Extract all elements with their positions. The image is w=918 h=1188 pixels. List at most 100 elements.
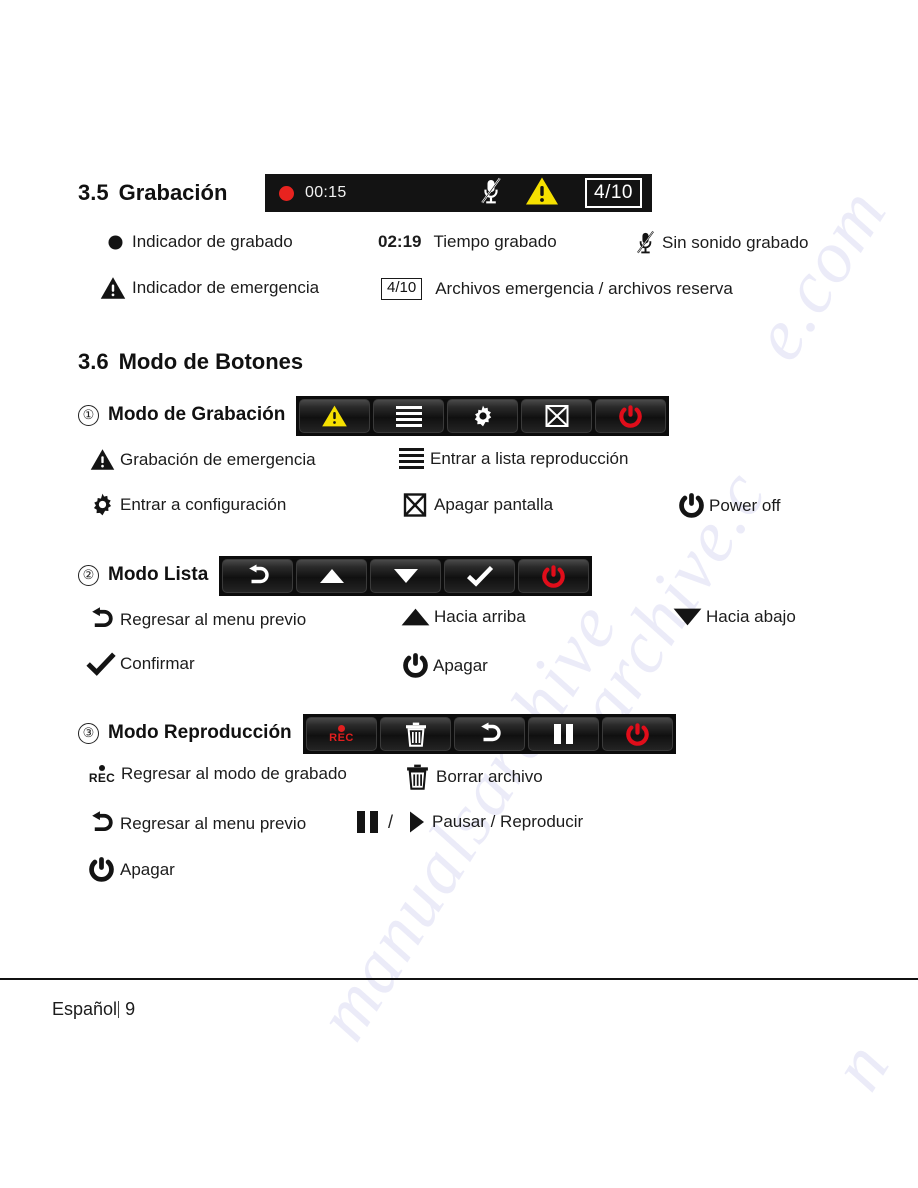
legend-label: Sin sonido grabado (662, 232, 809, 252)
watermark-fragment: e.com (735, 173, 904, 374)
button-emergency-record[interactable] (299, 399, 370, 433)
legend-label: Tiempo grabado (433, 232, 557, 251)
legend-delete-file: Borrar archivo (398, 764, 543, 790)
button-playlist[interactable] (373, 399, 444, 433)
legend-label: Apagar pantalla (434, 495, 554, 514)
trash-icon (405, 722, 426, 747)
warning-triangle-icon (525, 176, 559, 211)
button-back[interactable] (222, 559, 293, 593)
rec-icon: REC (83, 764, 121, 785)
mode-label-recording: ① Modo de Grabación (78, 404, 285, 426)
legend-label: Regresar al menu previo (120, 609, 307, 629)
button-bar-list-mode (219, 556, 592, 596)
list-lines-icon (395, 405, 422, 427)
rec-label: REC (329, 731, 354, 744)
legend-time-value: 02:19 (378, 232, 422, 251)
button-settings[interactable] (447, 399, 518, 433)
legend-label: Regresar al menu previo (120, 813, 307, 833)
legend-enter-playlist: Entrar a lista reproducción (392, 448, 628, 469)
watermark-fragment: n (815, 1027, 907, 1104)
legend-enter-settings: Entrar a configuración (84, 492, 286, 517)
warning-triangle-icon (322, 405, 347, 427)
rec-label: REC (88, 770, 116, 785)
record-dot-icon (98, 235, 132, 250)
legend-label: Apagar (120, 859, 175, 879)
button-up[interactable] (296, 559, 367, 593)
separator: / (388, 811, 394, 832)
check-icon (82, 652, 120, 676)
file-count-badge: 4/10 (585, 178, 642, 208)
section-heading-buttons: 3.6 Modo de Botones (78, 349, 303, 375)
legend-no-sound: Sin sonido grabado (628, 230, 809, 255)
button-power-off[interactable] (518, 559, 589, 593)
legend-confirm: Confirmar (82, 652, 195, 676)
button-pause[interactable] (528, 717, 599, 751)
mode-index: ② (78, 564, 99, 586)
section-title: Modo de Botones (118, 349, 304, 374)
section-number: 3.6 (78, 349, 109, 374)
return-arrow-icon (248, 564, 269, 584)
legend-screen-off: Apagar pantalla (396, 492, 553, 518)
legend-pause-play: / Pausar / Reproducir (357, 810, 583, 834)
mode-name: Modo Reproducción (108, 722, 292, 743)
legend-power-off-playback: Apagar (82, 856, 175, 883)
mode-label-list: ② Modo Lista (78, 564, 208, 586)
button-delete-file[interactable] (380, 717, 451, 751)
gear-icon (474, 405, 491, 427)
return-arrow-icon (82, 811, 120, 836)
mode-index: ③ (78, 722, 99, 744)
button-down[interactable] (370, 559, 441, 593)
record-dot-icon (338, 724, 345, 732)
button-bar-recording-mode (296, 396, 669, 436)
button-screen-off[interactable] (521, 399, 592, 433)
power-icon (397, 652, 433, 679)
warning-triangle-icon (84, 448, 120, 471)
section-title: Grabación (118, 180, 228, 205)
footer-separator (118, 1001, 120, 1018)
footer: Español 9 (52, 999, 135, 1020)
mode-index: ① (78, 404, 99, 426)
mode-label-playback: ③ Modo Reproducción (78, 722, 292, 744)
power-icon (673, 492, 709, 519)
screen-off-icon (545, 405, 568, 427)
button-bar-playback-mode: REC (303, 714, 676, 754)
legend-label: Power off (709, 495, 781, 515)
button-power-off[interactable] (602, 717, 673, 751)
list-lines-icon (392, 448, 430, 469)
warning-triangle-icon (94, 276, 132, 300)
footer-divider (0, 978, 918, 980)
legend-record-indicator: Indicador de grabado (98, 232, 293, 252)
legend-back-to-menu: Regresar al menu previo (82, 607, 306, 632)
legend-label: Hacia abajo (706, 607, 796, 626)
power-icon (542, 564, 565, 588)
device-status-bar: 00:15 4/10 (265, 174, 652, 212)
power-icon (619, 404, 642, 428)
gear-icon (84, 492, 120, 517)
boxed-file-count: 4/10 (381, 278, 423, 300)
page-number: 9 (125, 999, 136, 1019)
legend-label: Apagar (433, 655, 488, 675)
triangle-down-icon (393, 569, 418, 583)
legend-up: Hacia arriba (396, 607, 526, 627)
section-heading-recording: 3.5 Grabación (78, 180, 227, 206)
legend-back-to-menu-playback: Regresar al menu previo (82, 811, 306, 836)
record-dot-icon (279, 185, 294, 201)
legend-label: Indicador de grabado (132, 232, 293, 251)
button-back-to-record[interactable]: REC (306, 717, 377, 751)
legend-label: Entrar a lista reproducción (430, 448, 629, 468)
mode-name: Modo Lista (108, 564, 209, 585)
pause-icon (357, 811, 378, 833)
section-number: 3.5 (78, 180, 109, 205)
legend-power-off: Power off (673, 492, 781, 519)
return-arrow-icon (480, 722, 501, 742)
button-back[interactable] (454, 717, 525, 751)
microphone-muted-icon (479, 177, 503, 210)
trash-icon (398, 764, 436, 790)
button-confirm[interactable] (444, 559, 515, 593)
button-power-off[interactable] (595, 399, 666, 433)
legend-power-off-list: Apagar (397, 652, 488, 679)
play-icon (402, 810, 432, 834)
microphone-muted-icon (628, 230, 662, 255)
triangle-down-icon (668, 607, 706, 627)
check-icon (466, 565, 493, 587)
